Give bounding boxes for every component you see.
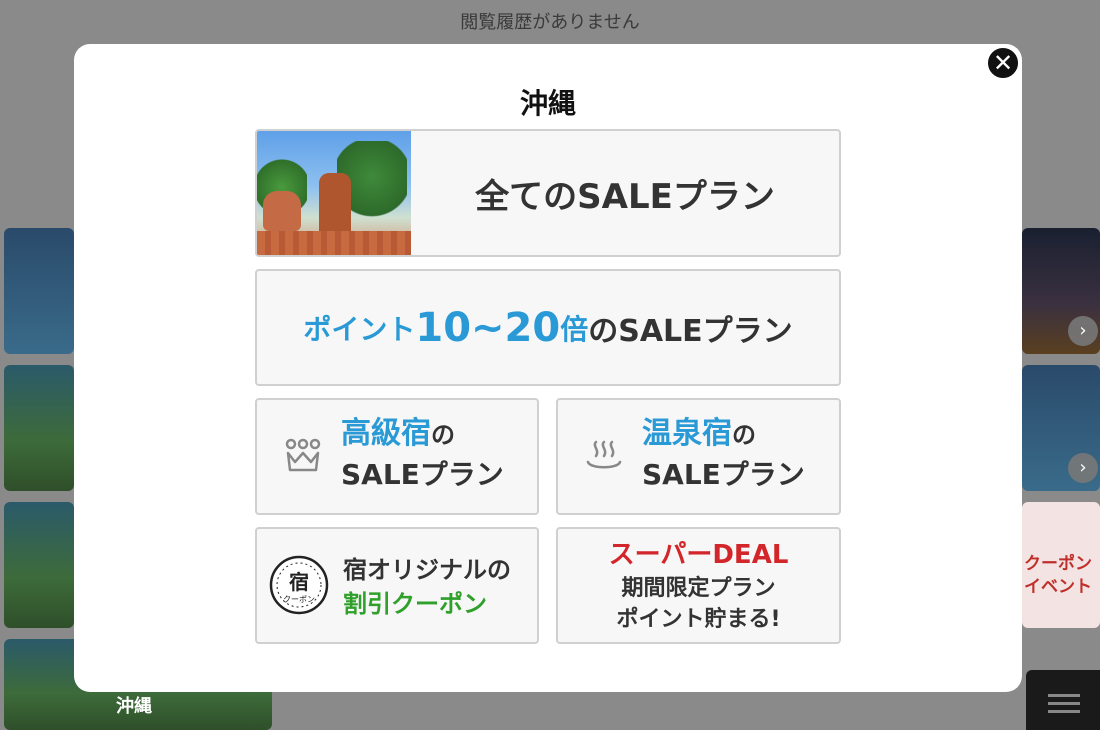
coupon-badge-sub: クーポン: [283, 595, 315, 604]
hot-spring-icon: [586, 440, 622, 469]
super-deal-button[interactable]: スーパーDEAL 期間限定プラン ポイント貯まる!: [556, 527, 841, 644]
chevron-right-icon[interactable]: ›: [1068, 453, 1098, 483]
okinawa-shisa-photo: [257, 131, 411, 255]
points-number: 10~20: [415, 304, 561, 351]
hamburger-menu-icon[interactable]: [1026, 670, 1100, 730]
sale-plan-modal: 沖縄 ✕ 全てのSALEプラン ポイント 10~20 倍 のSALEプラン 高級…: [74, 44, 1022, 692]
chevron-right-icon[interactable]: ›: [1068, 316, 1098, 346]
original-coupon-button[interactable]: 宿 クーポン 宿オリジナルの 割引クーポン: [255, 527, 539, 644]
thumbnail[interactable]: [4, 228, 74, 354]
thumbnail[interactable]: [4, 365, 74, 491]
coupon-badge-icon: 宿 クーポン: [269, 555, 329, 615]
close-icon[interactable]: ✕: [986, 46, 1020, 80]
onsen-highlight: 温泉宿: [642, 416, 732, 451]
points-sale-plans-label: ポイント 10~20 倍 のSALEプラン: [257, 271, 839, 384]
onsen-line2: SALEプラン: [642, 458, 805, 491]
thumbnail[interactable]: [4, 502, 74, 628]
luxury-inn-label: 高級宿の SALEプラン: [341, 414, 504, 495]
all-sale-plans-button[interactable]: 全てのSALEプラン: [255, 129, 841, 257]
coupon-line2: 割引クーポン: [343, 590, 487, 618]
points-suffix: のSALEプラン: [588, 313, 793, 349]
points-sale-plans-button[interactable]: ポイント 10~20 倍 のSALEプラン: [255, 269, 841, 386]
coupon-badge-char: 宿: [289, 570, 309, 594]
crown-icon: [285, 438, 321, 472]
points-multiplier: 倍: [560, 312, 589, 346]
onsen-inn-label: 温泉宿の SALEプラン: [642, 414, 805, 495]
super-deal-label: スーパーDEAL 期間限定プラン ポイント貯まる!: [558, 537, 839, 635]
thumbnail-caption: 沖縄: [116, 696, 152, 717]
deal-line1: スーパーDEAL: [608, 540, 789, 570]
coupon-label: 宿オリジナルの 割引クーポン: [343, 553, 511, 621]
deal-line3: ポイント貯まる!: [616, 607, 781, 632]
modal-title: 沖縄: [519, 87, 576, 120]
onsen-no: の: [732, 421, 756, 449]
coupon-line1: 宿オリジナルの: [343, 556, 511, 584]
luxury-inn-sale-button[interactable]: 高級宿の SALEプラン: [255, 398, 539, 515]
history-empty-text: 閲覧履歴がありません: [460, 12, 640, 33]
coupon-banner-line1: クーポン: [1024, 554, 1092, 574]
luxury-line2: SALEプラン: [341, 458, 504, 491]
luxury-no: の: [431, 421, 455, 449]
all-sale-plans-label: 全てのSALEプラン: [475, 176, 775, 217]
coupon-banner-line2: イベント: [1024, 577, 1092, 597]
points-prefix: ポイント: [303, 312, 416, 346]
deal-line2: 期間限定プラン: [621, 576, 776, 601]
luxury-highlight: 高級宿: [341, 416, 431, 451]
onsen-inn-sale-button[interactable]: 温泉宿の SALEプラン: [556, 398, 841, 515]
